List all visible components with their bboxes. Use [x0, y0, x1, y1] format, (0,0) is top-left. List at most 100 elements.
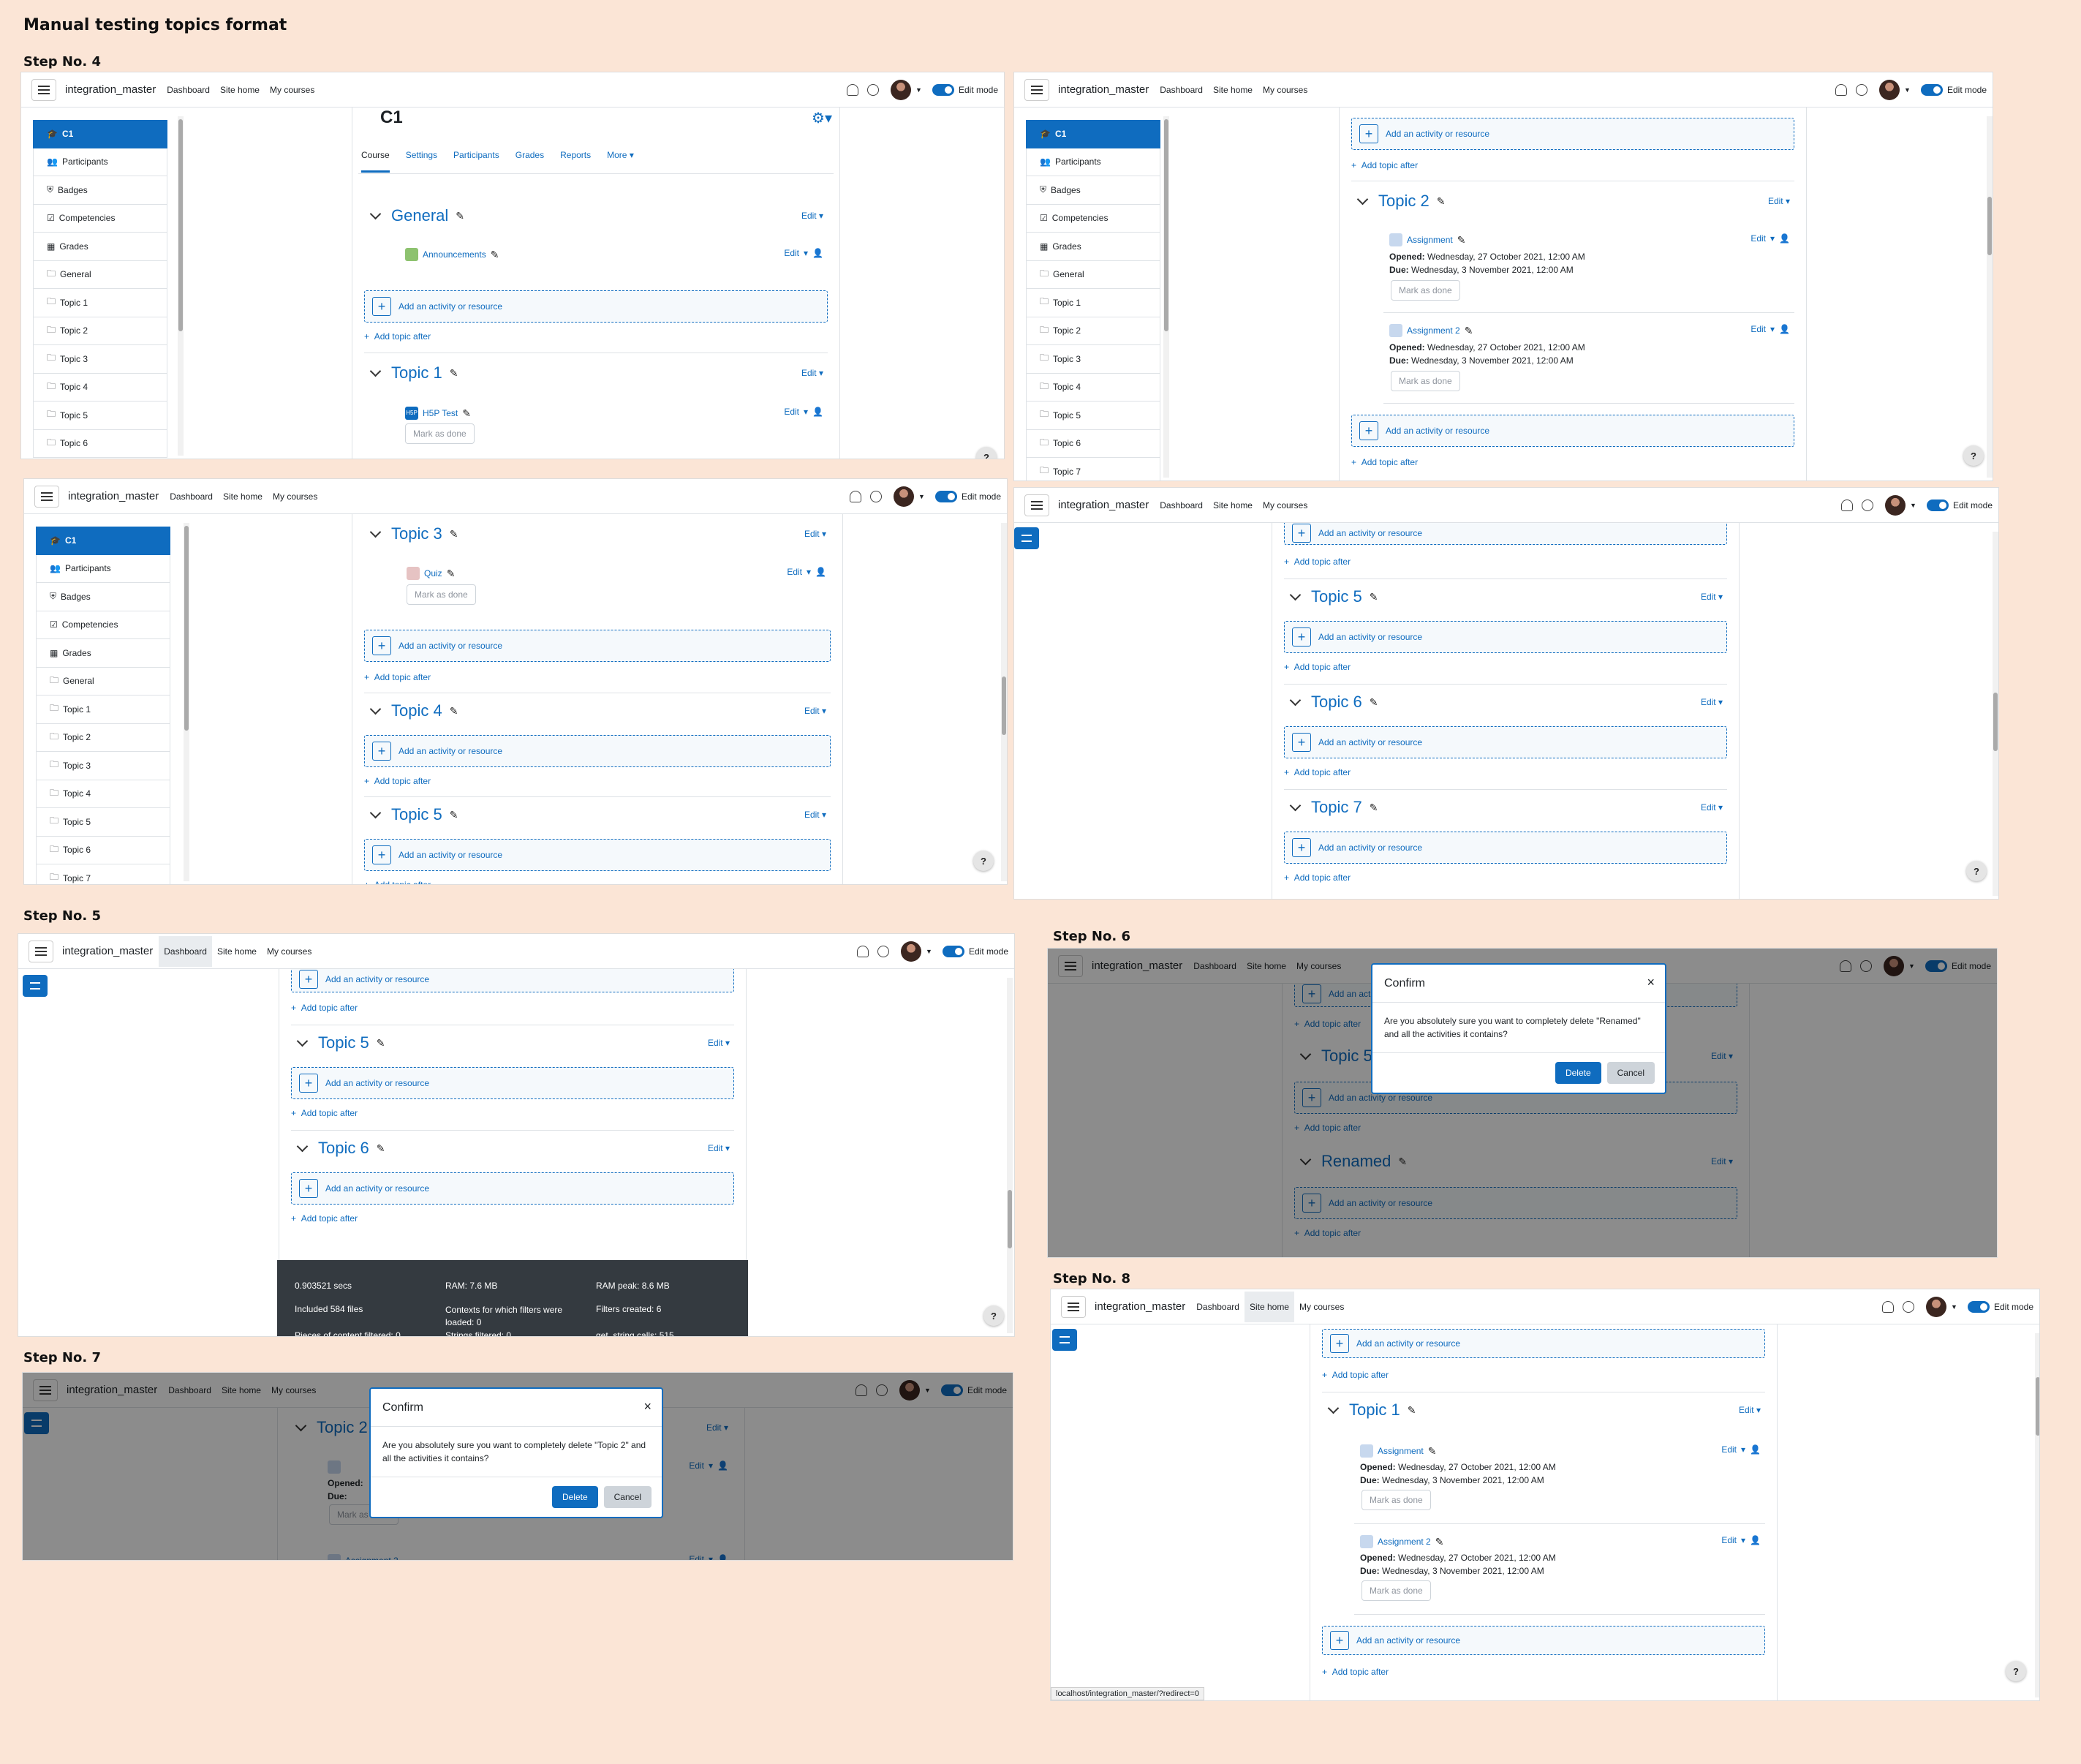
add-activity-button[interactable]: +Add an activity or resource [291, 1067, 734, 1099]
course-index-item[interactable]: 🗀 Topic 6 [36, 836, 170, 864]
site-name[interactable]: integration_master [1058, 499, 1149, 511]
tab-reports[interactable]: Reports [560, 150, 591, 173]
activity-h5p[interactable]: H5P H5P Test ✎ [405, 407, 471, 420]
nav-dashboard[interactable]: Dashboard [1191, 1292, 1245, 1322]
chevron-down-icon[interactable] [296, 1140, 309, 1152]
add-activity-button[interactable]: +Add an activity or resource [364, 735, 831, 767]
course-index-item[interactable]: 🗀 Topic 3 [33, 345, 167, 374]
mark-as-done-button[interactable]: Mark as done [1391, 371, 1460, 391]
add-activity-button[interactable]: +Add an activity or resource [1322, 1329, 1765, 1358]
course-index-item[interactable]: ☑ Competencies [33, 204, 167, 233]
add-topic-after[interactable]: + Add topic after [291, 1108, 358, 1118]
section-edit-menu[interactable]: Edit ▾ [801, 211, 823, 221]
avatar[interactable] [1926, 1296, 1947, 1317]
help-button[interactable]: ? [983, 1305, 1004, 1326]
add-activity-button[interactable]: +Add an activity or resource [1284, 621, 1727, 653]
add-activity-button[interactable]: +Add an activity or resource [364, 839, 831, 871]
course-index-toggle-icon[interactable] [23, 975, 48, 997]
activity-assignment[interactable]: Assignment ✎ [1360, 1444, 1436, 1458]
tab-course[interactable]: Course [361, 150, 390, 173]
page-scrollbar[interactable] [1001, 523, 1007, 881]
drawer-scrollbar[interactable] [178, 116, 184, 456]
site-name[interactable]: integration_master [1058, 83, 1149, 96]
course-index-item[interactable]: 🗀 Topic 5 [1026, 402, 1160, 430]
close-icon[interactable]: × [643, 1399, 652, 1414]
chevron-down-icon[interactable] [369, 807, 382, 818]
edit-mode-toggle[interactable] [932, 83, 954, 96]
course-index-item[interactable]: ▦ Grades [33, 233, 167, 261]
chevron-down-icon[interactable] [296, 1035, 309, 1047]
course-index-item[interactable]: 🗀 Topic 6 [33, 429, 167, 458]
tab-settings[interactable]: Settings [406, 150, 437, 173]
pencil-icon[interactable]: ✎ [1370, 802, 1378, 814]
menu-icon[interactable] [34, 485, 59, 508]
mark-as-done-button[interactable]: Mark as done [1361, 1580, 1431, 1601]
course-index-item[interactable]: 🗀 Topic 1 [36, 696, 170, 724]
message-icon[interactable] [1856, 83, 1868, 96]
add-activity-button[interactable]: +Add an activity or resource [364, 630, 831, 662]
gear-icon[interactable]: ⚙▾ [812, 109, 832, 127]
avatar[interactable] [901, 941, 922, 962]
cancel-button[interactable]: Cancel [1606, 1062, 1655, 1084]
course-index-item[interactable]: ☑ Competencies [36, 611, 170, 639]
section-edit-menu[interactable]: Edit ▾ [804, 706, 826, 716]
chevron-down-icon[interactable] [1289, 799, 1302, 811]
section-title[interactable]: Topic 6 [1311, 693, 1362, 712]
mark-as-done-button[interactable]: Mark as done [1391, 280, 1460, 301]
section-edit-menu[interactable]: Edit ▾ [801, 368, 823, 378]
add-topic-after[interactable]: + Add topic after [1284, 767, 1351, 777]
pencil-icon[interactable]: ✎ [1408, 1404, 1416, 1417]
section-edit-menu[interactable]: Edit ▾ [708, 1143, 730, 1153]
delete-button[interactable]: Delete [1555, 1062, 1601, 1084]
activity-edit-menu[interactable]: Edit ▾ 👤 [784, 248, 823, 258]
course-index-toggle-icon[interactable] [1052, 1329, 1077, 1351]
avatar[interactable] [894, 486, 915, 507]
add-topic-after[interactable]: + Add topic after [1284, 872, 1351, 883]
edit-mode-toggle[interactable] [1967, 1300, 1990, 1313]
site-name[interactable]: integration_master [68, 490, 159, 502]
message-icon[interactable] [867, 83, 880, 96]
chevron-down-icon[interactable]: ▼ [1910, 502, 1916, 509]
edit-mode-toggle[interactable] [942, 945, 964, 957]
pencil-icon[interactable]: ✎ [456, 210, 464, 222]
course-index-item[interactable]: 🗀 Topic 2 [33, 317, 167, 345]
nav-site-home[interactable]: Site home [215, 75, 265, 105]
section-edit-menu[interactable]: Edit ▾ [1768, 196, 1790, 206]
add-activity-button[interactable]: +Add an activity or resource [291, 966, 734, 992]
pencil-icon[interactable]: ✎ [447, 568, 456, 580]
add-activity-button[interactable]: +Add an activity or resource [1284, 832, 1727, 864]
add-activity-button[interactable]: +Add an activity or resource [1322, 1626, 1765, 1655]
chevron-down-icon[interactable]: ▼ [1904, 86, 1911, 94]
avatar[interactable] [1885, 494, 1906, 516]
chevron-down-icon[interactable] [369, 208, 382, 219]
section-edit-menu[interactable]: Edit ▾ [1701, 592, 1723, 602]
add-topic-after[interactable]: + Add topic after [1284, 557, 1351, 567]
drawer-scrollbar[interactable] [1163, 116, 1169, 478]
add-activity-button[interactable]: +Add an activity or resource [1284, 521, 1727, 545]
avatar[interactable] [1879, 79, 1900, 100]
pencil-icon[interactable]: ✎ [450, 367, 458, 380]
course-index-item[interactable]: ⛨ Badges [36, 583, 170, 611]
course-index-item[interactable]: 👥 Participants [1026, 148, 1160, 176]
add-topic-after[interactable]: + Add topic after [291, 1003, 358, 1013]
add-topic-after[interactable]: + Add topic after [291, 1213, 358, 1224]
section-title[interactable]: Topic 1 [1349, 1401, 1400, 1420]
page-scrollbar[interactable] [1007, 978, 1013, 1333]
add-topic-after[interactable]: + Add topic after [1351, 457, 1418, 467]
course-index-item[interactable]: 🗀 Topic 5 [36, 808, 170, 837]
course-index-item[interactable]: 🗀 Topic 1 [1026, 289, 1160, 317]
page-scrollbar[interactable] [2035, 1333, 2039, 1697]
section-title[interactable]: Topic 5 [318, 1033, 369, 1052]
menu-icon[interactable] [1024, 78, 1049, 101]
pencil-icon[interactable]: ✎ [1370, 591, 1378, 603]
activity-edit-menu[interactable]: Edit ▾ 👤 [1750, 233, 1790, 244]
chevron-down-icon[interactable] [1356, 193, 1369, 205]
edit-mode-toggle[interactable] [1920, 83, 1943, 96]
section-title[interactable]: Topic 5 [1311, 587, 1362, 606]
chevron-down-icon[interactable] [369, 703, 382, 715]
nav-my-courses[interactable]: My courses [1258, 490, 1313, 521]
bell-icon[interactable] [847, 83, 859, 96]
section-edit-menu[interactable]: Edit ▾ [1701, 802, 1723, 813]
course-index-item[interactable]: ▦ Grades [1026, 233, 1160, 261]
section-title[interactable]: Topic 4 [391, 701, 442, 720]
